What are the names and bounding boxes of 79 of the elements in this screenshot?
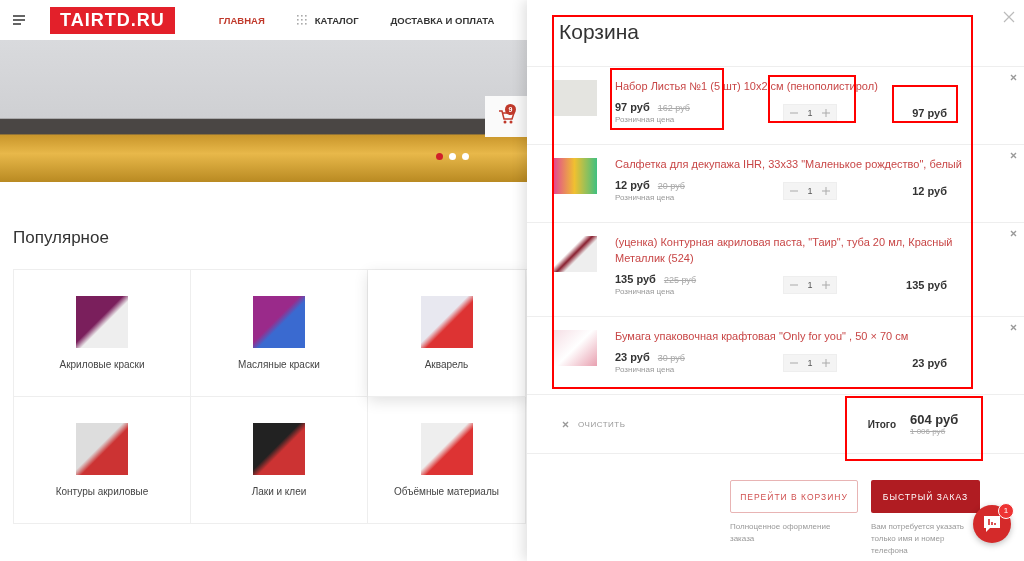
menu-icon[interactable] [13,15,25,25]
product-photo [552,80,597,116]
chat-icon [983,515,1001,533]
cart-icon [497,109,515,124]
product-price: 12 руб [615,179,650,191]
remove-icon[interactable] [1010,74,1017,81]
cart-title: Корзина [559,19,639,45]
category-card[interactable]: Объёмные материалы [368,397,526,524]
clear-icon [562,420,569,428]
category-label: Акварель [424,359,469,370]
quantity-stepper[interactable]: 1 [783,275,837,294]
product-photo [76,423,128,475]
line-total: 12 руб [911,184,948,197]
remove-icon[interactable] [1010,324,1017,331]
category-label: Контуры акриловые [55,486,149,497]
nav-link[interactable]: КАТАЛОГ [296,14,359,26]
old-price: 20 руб [657,181,685,191]
nav-link[interactable]: ДОСТАВКА И ОПЛАТА [390,14,495,26]
category-card[interactable]: Контуры акриловые [14,397,191,524]
line-total: 23 руб [911,356,948,369]
price-note: Розничная цена [615,115,676,124]
quantity-stepper[interactable]: 1 [783,353,837,372]
product-photo [253,296,305,348]
product-link[interactable]: (уценка) Контурная акриловая паста, "Таир", туба 20 мл, Красный Металлик (524) [615,234,975,266]
section-title: Популярное [13,228,109,248]
product-price: 135 руб [615,273,656,285]
category-card[interactable]: Лаки и клеи [191,397,368,524]
quantity-value: 1 [807,279,813,290]
category-label: Объёмные материалы [394,486,499,497]
price-note: Розничная цена [615,365,676,374]
go-to-cart-button[interactable]: ПЕРЕЙТИ В КОРЗИНУ [730,480,858,513]
site-logo[interactable]: TAIRTD.RU [50,6,175,34]
quantity-stepper[interactable]: 1 [783,103,837,122]
product-photo [420,423,473,475]
old-total-price: 1 006 руб [910,427,946,436]
quantity-value: 1 [807,107,813,118]
plus-icon[interactable] [822,280,830,289]
category-card[interactable]: Акриловые краски [14,270,191,397]
plus-icon[interactable] [822,358,830,367]
line-total: 97 руб [911,106,948,119]
product-price: 97 руб [615,101,650,113]
quantity-value: 1 [807,185,813,196]
remove-icon[interactable] [1010,230,1017,237]
grid-icon [296,15,307,25]
category-label: Масляные краски [238,359,320,370]
close-icon[interactable] [1003,11,1015,23]
nav-link[interactable]: ГЛАВНАЯ [218,14,265,26]
remove-icon[interactable] [1010,152,1017,159]
price-note: Розничная цена [615,287,676,296]
old-price: 162 руб [657,103,690,113]
product-photo [76,296,128,348]
category-card[interactable]: Масляные краски [191,270,368,397]
slider-dot[interactable] [462,153,469,160]
product-photo [253,423,305,475]
total-price: 604 руб [910,412,960,427]
product-price: 23 руб [615,351,650,363]
category-card[interactable]: Акварель [368,270,526,397]
slider-dot[interactable] [449,153,456,160]
category-label: Лаки и клеи [251,486,307,497]
button-note: Полноценное оформление заказа [730,521,832,545]
plus-icon[interactable] [822,186,830,195]
plus-icon[interactable] [822,108,830,117]
product-link[interactable]: Салфетка для декупажа IHR, 33х33 "Маленькое рождество", белый [615,156,975,172]
slider-dot[interactable] [436,153,443,160]
product-photo [420,296,473,348]
quantity-stepper[interactable]: 1 [783,181,837,200]
quantity-value: 1 [807,357,813,368]
product-photo [552,236,597,272]
line-total: 135 руб [905,278,948,291]
product-link[interactable]: Бумага упаковочная крафтовая "Only for you" , 50 × 70 см [615,328,975,344]
product-photo [552,158,597,194]
category-label: Акриловые краски [59,359,145,370]
old-price: 225 руб [663,275,697,285]
price-note: Розничная цена [615,193,676,202]
old-price: 30 руб [657,353,685,363]
quick-order-button[interactable]: БЫСТРЫЙ ЗАКАЗ [871,480,980,513]
total-label: Итого [867,418,896,430]
product-photo [552,330,597,366]
button-note: Вам потребуется указать только имя и номер телефона [871,521,966,557]
